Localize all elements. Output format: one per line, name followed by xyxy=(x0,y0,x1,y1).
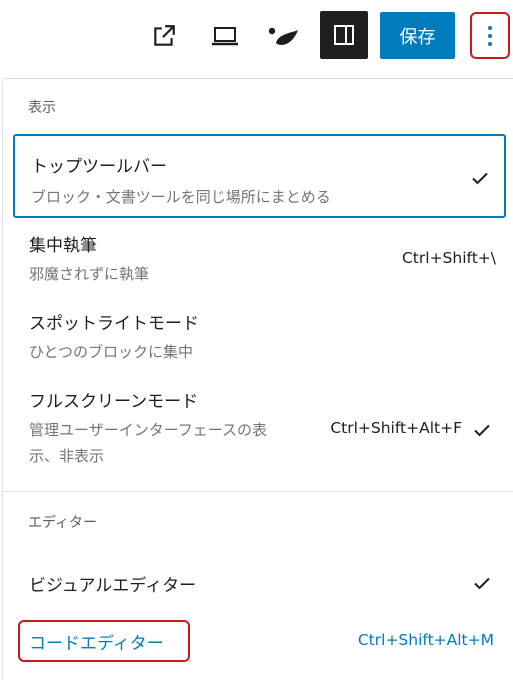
menu-item-title: スポットライトモード xyxy=(29,314,199,334)
menu-item-description: 邪魔されずに執筆 xyxy=(29,265,150,283)
menu-item-description: ひとつのブロックに集中 xyxy=(29,343,193,361)
more-vertical-icon xyxy=(488,25,492,46)
menu-item-shortcut: Ctrl+Shift+\ xyxy=(401,249,496,267)
editor-group-label: エディター xyxy=(28,515,98,531)
menu-item-title: トップツールバー xyxy=(31,157,167,177)
save-button[interactable]: 保存 xyxy=(380,12,455,59)
site-logo-icon[interactable] xyxy=(264,16,304,56)
check-icon xyxy=(474,424,490,437)
editor-toolbar: 保存 xyxy=(0,0,513,68)
menu-item-distraction-free[interactable]: 集中執筆 邪魔されずに執筆 Ctrl+Shift+\ xyxy=(13,225,506,295)
laptop-icon[interactable] xyxy=(205,16,245,56)
menu-item-title: 集中執筆 xyxy=(29,236,97,256)
menu-item-fullscreen-mode[interactable]: フルスクリーンモード 管理ユーザーインターフェースの表示、非表示 Ctrl+Sh… xyxy=(13,381,506,481)
check-icon xyxy=(472,172,488,185)
menu-item-title: ビジュアルエディター xyxy=(29,576,197,596)
options-dropdown-menu: 表示 トップツールバー ブロック・文書ツールを同じ場所にまとめる 集中執筆 邪魔… xyxy=(2,78,513,680)
menu-item-shortcut: Ctrl+Shift+Alt+M xyxy=(357,631,494,649)
more-options-button[interactable] xyxy=(470,12,510,59)
menu-item-spotlight-mode[interactable]: スポットライトモード ひとつのブロックに集中 xyxy=(13,303,506,373)
menu-item-description: 管理ユーザーインターフェースの表示、非表示 xyxy=(29,421,268,465)
menu-item-visual-editor[interactable]: ビジュアルエディター xyxy=(13,561,506,605)
sidebar-panel-icon[interactable] xyxy=(320,11,368,59)
menu-item-description: ブロック・文書ツールを同じ場所にまとめる xyxy=(31,188,331,206)
menu-item-shortcut: Ctrl+Shift+Alt+F xyxy=(330,419,462,437)
menu-item-title: コードエディター xyxy=(29,634,164,654)
view-group-label: 表示 xyxy=(28,100,56,116)
menu-item-title: フルスクリーンモード xyxy=(29,392,199,412)
menu-item-code-editor[interactable]: コードエディター Ctrl+Shift+Alt+M xyxy=(13,617,506,667)
check-icon xyxy=(474,577,490,590)
menu-item-top-toolbar[interactable]: トップツールバー ブロック・文書ツールを同じ場所にまとめる xyxy=(13,134,506,218)
menu-divider xyxy=(3,491,513,492)
external-link-icon[interactable] xyxy=(144,16,184,56)
